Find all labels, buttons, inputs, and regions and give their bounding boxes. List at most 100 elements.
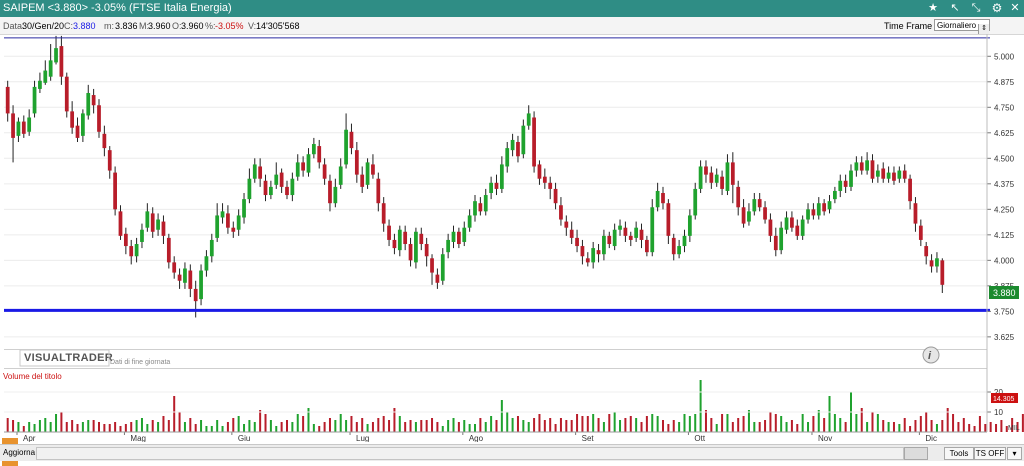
- star-icon[interactable]: ★: [925, 1, 941, 16]
- candle-body: [521, 125, 526, 155]
- volume-bar: [350, 416, 353, 432]
- chart-area[interactable]: 3.6253.7503.8754.0004.1254.2504.3754.500…: [0, 34, 1024, 466]
- candle-body: [870, 160, 875, 179]
- volume-bar: [973, 426, 976, 432]
- candle-body: [849, 170, 853, 187]
- x-tick-label: Set: [582, 434, 595, 442]
- volume-bar: [839, 418, 842, 432]
- volume-bar: [119, 426, 122, 432]
- x-tick-label: Giu: [238, 434, 250, 442]
- volume-bar: [490, 416, 493, 432]
- candle-body: [161, 221, 166, 236]
- candle-body: [671, 237, 676, 255]
- candle-body: [344, 129, 348, 165]
- volume-bar: [55, 414, 58, 432]
- volume-bar: [866, 422, 869, 432]
- candle-body: [650, 207, 655, 253]
- candle-body: [720, 176, 724, 189]
- volume-bar: [823, 418, 826, 432]
- candle-body: [940, 260, 945, 285]
- resize-icon[interactable]: ⤡: [968, 1, 984, 16]
- candle-body: [129, 246, 134, 257]
- volume-bar: [812, 416, 815, 432]
- candle-body: [392, 239, 397, 249]
- horizontal-lines: [4, 37, 990, 312]
- candle-body: [564, 221, 569, 228]
- scroll-thumb[interactable]: [904, 447, 928, 460]
- volume-bar: [817, 410, 820, 432]
- volume-bar: [388, 420, 391, 432]
- candle-body: [693, 188, 698, 216]
- volume-bar: [361, 418, 364, 432]
- volume-bar: [414, 422, 417, 432]
- volume-bar: [457, 422, 460, 432]
- volume-bar: [205, 426, 208, 432]
- info-icon[interactable]: i: [922, 346, 940, 364]
- volume-bar: [602, 422, 605, 432]
- timeframe-select[interactable]: Giornaliero ⇕: [934, 19, 990, 34]
- candle-body: [935, 258, 939, 267]
- volume-bar: [941, 420, 944, 432]
- candle-body: [768, 219, 773, 236]
- candle-body: [16, 121, 21, 136]
- candle-body: [328, 180, 332, 204]
- volume-bar: [355, 422, 358, 432]
- candle-body: [274, 174, 279, 185]
- candle-body: [725, 162, 730, 191]
- volume-bar: [871, 412, 874, 432]
- candle-body: [397, 229, 402, 251]
- candle-body: [226, 213, 230, 228]
- volume-bar: [731, 422, 734, 432]
- update-button[interactable]: Aggiorna: [3, 447, 35, 458]
- candle-body: [575, 237, 579, 247]
- volume-bar: [742, 416, 745, 432]
- candle-body: [478, 203, 483, 212]
- volume-bar: [60, 412, 63, 432]
- candle-body: [338, 166, 343, 185]
- candle-body: [54, 48, 58, 63]
- volume-bar: [737, 418, 740, 432]
- candle-body: [859, 162, 864, 171]
- candle-body: [70, 111, 75, 128]
- candle-body: [435, 274, 440, 283]
- candle-body: [881, 168, 886, 179]
- volume-bar: [704, 410, 707, 432]
- candle-body: [908, 178, 912, 202]
- volume-bar: [887, 422, 890, 432]
- candle-body: [897, 170, 902, 179]
- close-icon[interactable]: ✕: [1007, 1, 1023, 16]
- cursor-icon[interactable]: ↖: [947, 1, 963, 16]
- volume-bar: [323, 422, 326, 432]
- candle-body: [424, 244, 429, 257]
- candle-body: [32, 86, 37, 114]
- volume-bar: [452, 418, 455, 432]
- candle-body: [11, 113, 15, 138]
- horizontal-scrollbar[interactable]: [36, 447, 904, 460]
- chevron-down-icon[interactable]: ▾: [1007, 447, 1022, 460]
- volume-bar: [371, 422, 374, 432]
- price-chart[interactable]: 3.6253.7503.8754.0004.1254.2504.3754.500…: [0, 34, 1024, 443]
- volume-bar: [28, 422, 31, 432]
- settings-icon[interactable]: ⚙: [989, 1, 1005, 16]
- volume-bar: [130, 422, 133, 432]
- ts-toggle-button[interactable]: TS OFF: [974, 447, 1006, 460]
- volume-bar: [855, 414, 858, 432]
- volume-bar: [984, 424, 987, 432]
- tools-button[interactable]: Tools: [944, 447, 974, 460]
- candle-body: [510, 139, 515, 151]
- candle-body: [489, 182, 493, 193]
- candle-body: [183, 268, 187, 283]
- volume-bar: [441, 426, 444, 432]
- volume-bar: [425, 420, 428, 432]
- volume-bar: [312, 424, 315, 432]
- candle-body: [446, 239, 451, 253]
- volume-bar: [935, 424, 938, 432]
- volume-axis: 1020: [4, 388, 1003, 417]
- candle-body: [806, 209, 810, 220]
- candle-body: [231, 227, 236, 232]
- volume-bar: [764, 420, 767, 432]
- candle-body: [140, 229, 144, 242]
- chevron-down-icon[interactable]: ⇕: [978, 24, 989, 34]
- y-tick-label: 3.625: [994, 333, 1015, 342]
- candle-body: [865, 160, 869, 171]
